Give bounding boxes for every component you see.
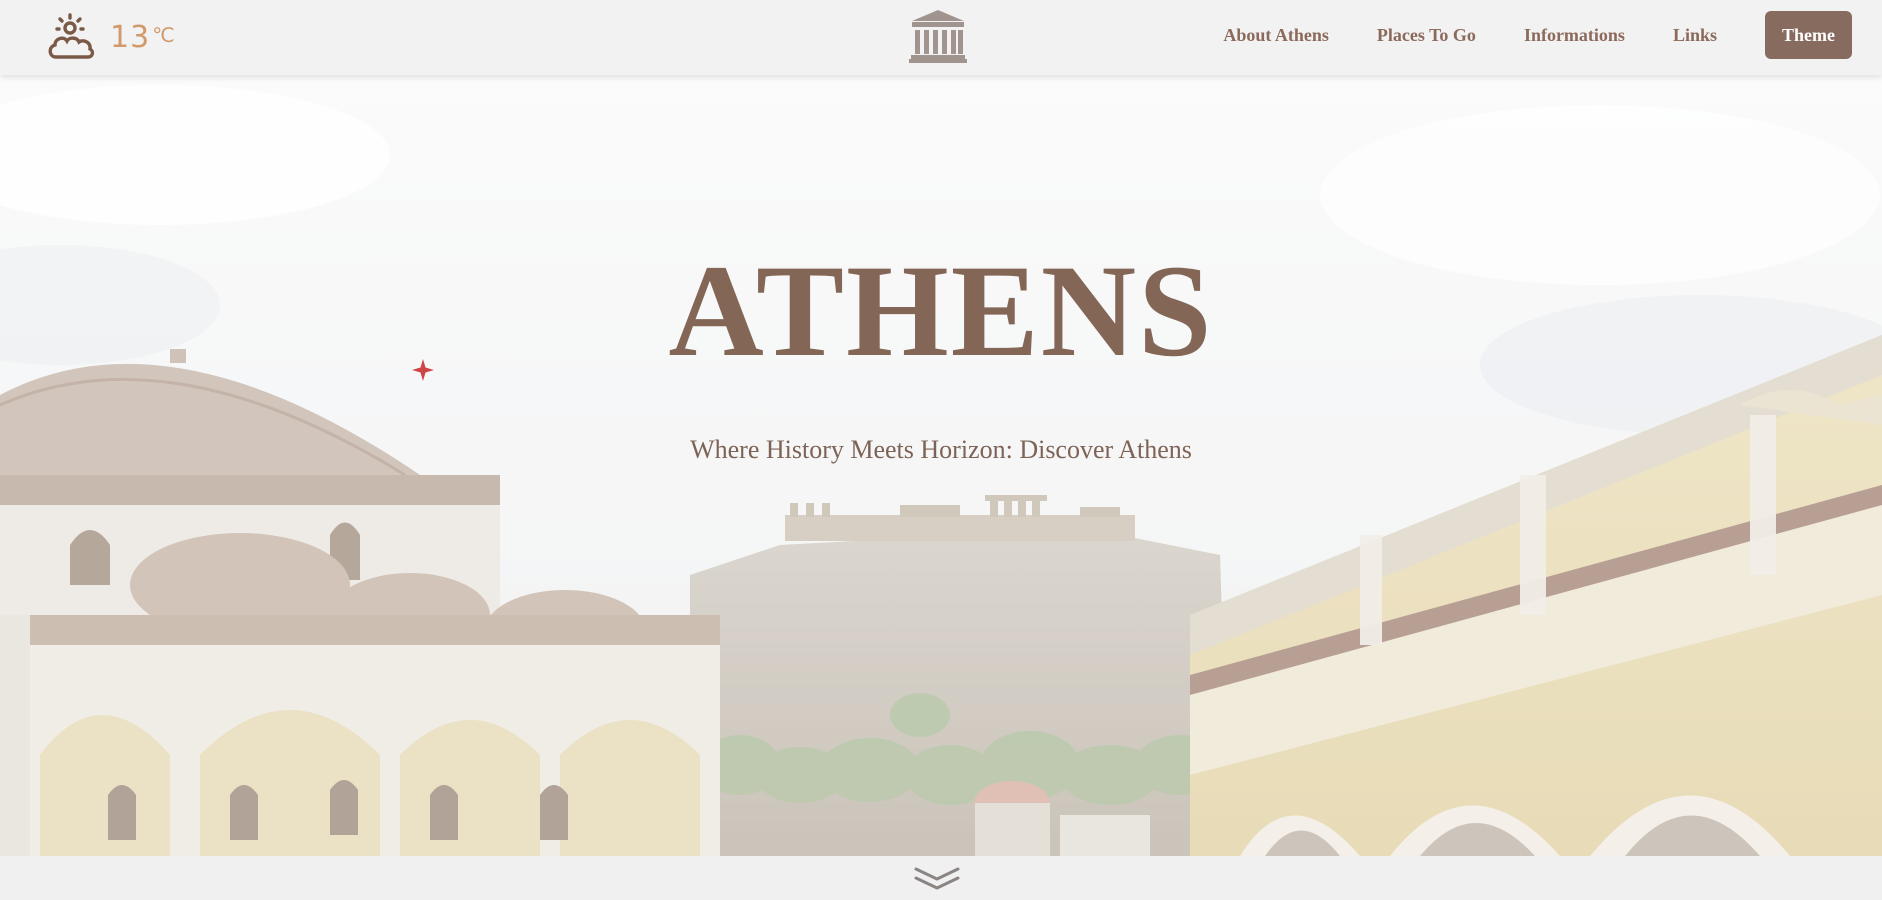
nav-links[interactable]: Links <box>1673 25 1717 46</box>
hero-title: ATHENS <box>668 237 1214 384</box>
temperature-value: 13 <box>110 19 151 55</box>
nav-places-to-go[interactable]: Places To Go <box>1377 25 1476 46</box>
temperature-unit: ℃ <box>152 22 176 47</box>
greek-temple-icon[interactable] <box>908 8 968 69</box>
theme-button[interactable]: Theme <box>1765 11 1852 59</box>
bottom-bar <box>0 856 1882 900</box>
main-nav: About Athens Places To Go Informations L… <box>1199 11 1852 59</box>
double-chevron-down-icon[interactable] <box>913 866 961 897</box>
top-nav-bar: 13 ℃ About Athens Places To Go Informatio… <box>0 0 1882 75</box>
nav-about-athens[interactable]: About Athens <box>1223 25 1329 46</box>
nav-informations[interactable]: Informations <box>1524 25 1625 46</box>
sparkle-icon <box>411 358 435 387</box>
hero-section: ATHENS Where History Meets Horizon: Disc… <box>0 75 1882 856</box>
weather-widget: 13 ℃ <box>46 8 176 66</box>
temperature-readout: 13 ℃ <box>110 20 176 55</box>
hero-subtitle: Where History Meets Horizon: Discover At… <box>690 435 1192 464</box>
partly-cloudy-icon <box>46 12 96 62</box>
hero-background-photo <box>0 75 1882 856</box>
